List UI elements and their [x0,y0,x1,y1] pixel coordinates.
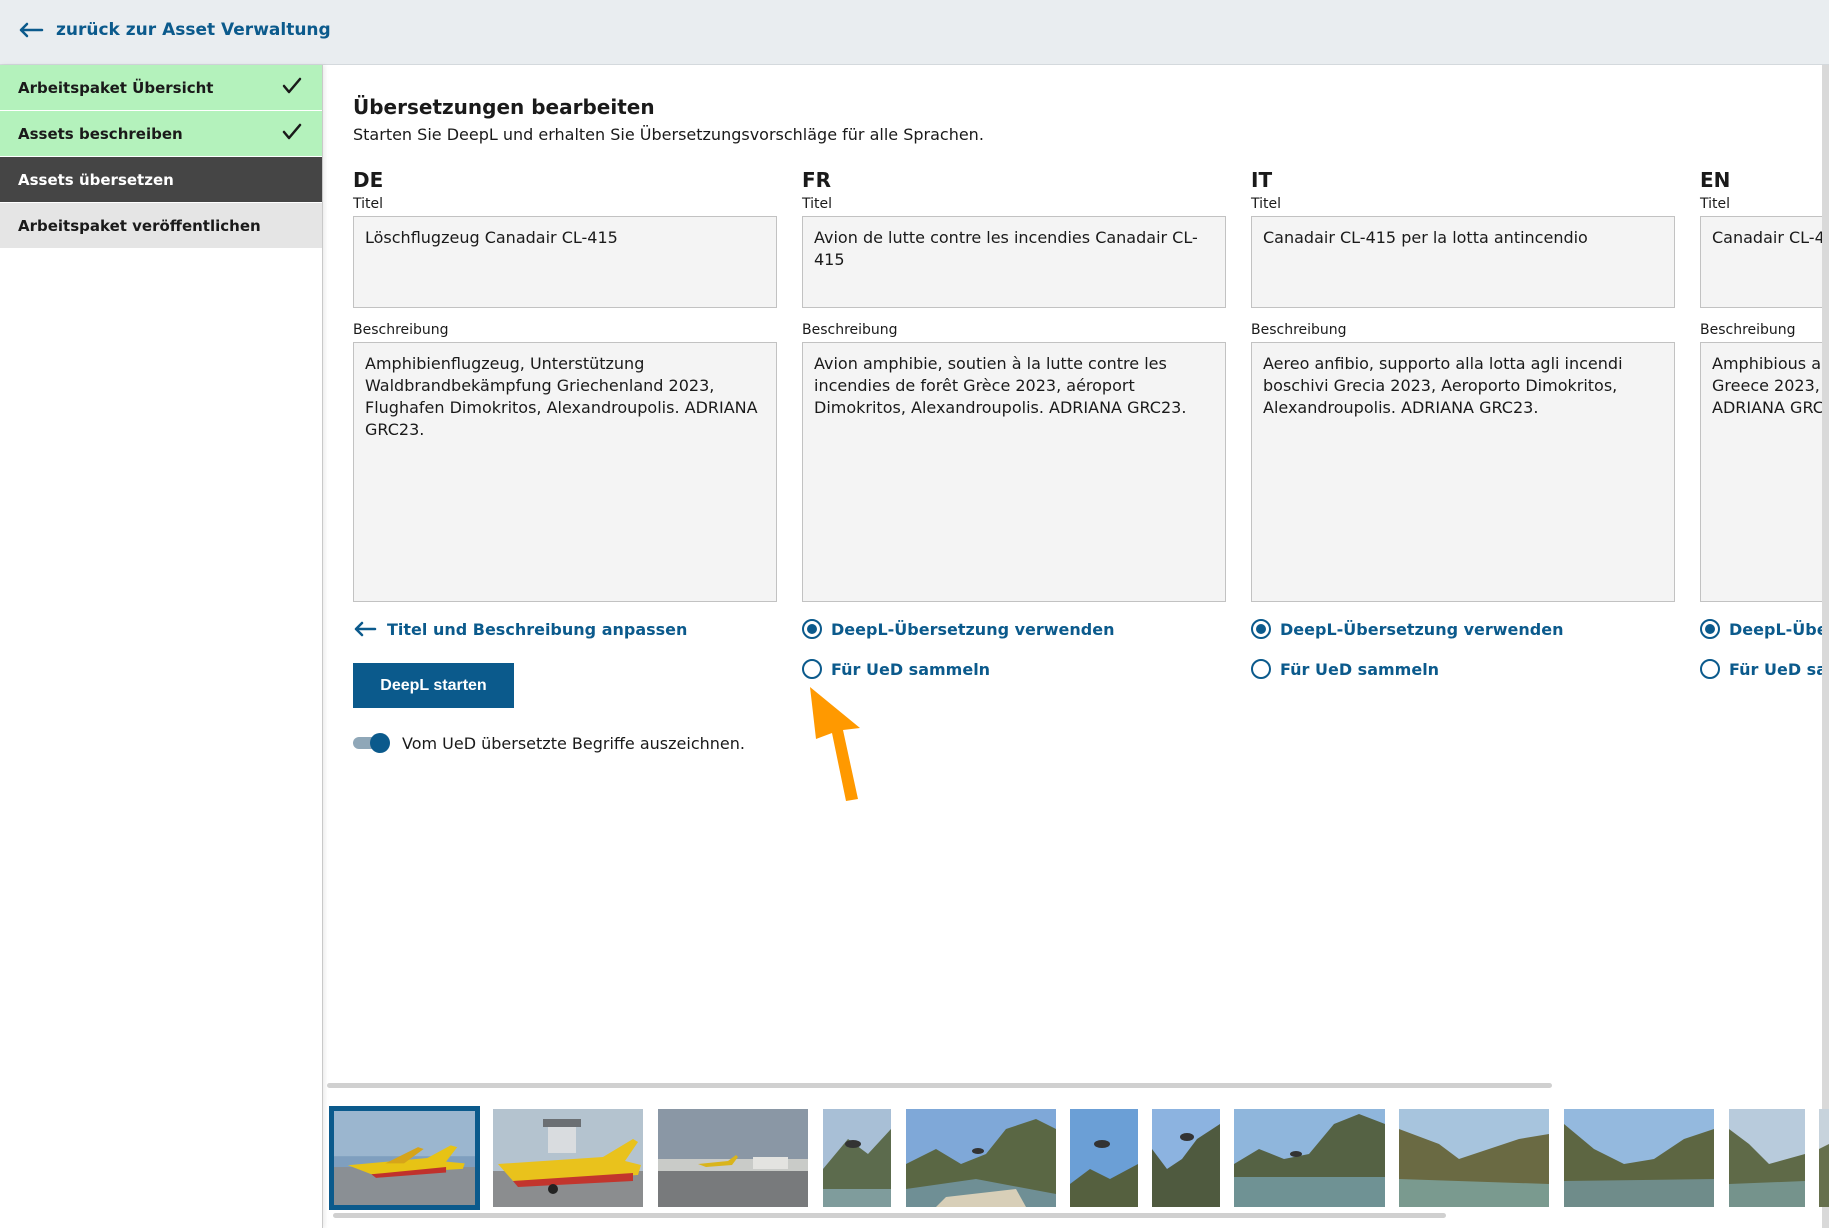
toggle-label: Vom UeD übersetzte Begriffe auszeichnen. [402,733,745,753]
radio-label: DeepL-Übers [1729,619,1829,639]
radio-label: Für UeD sammeln [831,659,991,679]
description-label: Beschreibung [1700,322,1796,338]
thumbnail-strip [327,1106,1829,1210]
thumbnail-helicopter-gorge[interactable] [823,1109,891,1207]
radio-selected-icon [1251,619,1271,639]
language-column-en: EN Titel Canadair CL-41 Beschreibung Amp… [1700,168,1829,682]
thumbnail-strip-scrollbar-top[interactable] [327,1083,1552,1088]
radio-label: DeepL-Übersetzung verwenden [1280,619,1564,639]
right-edge-scrollbar[interactable] [1822,65,1829,1228]
thumbnail-aircraft-1[interactable] [329,1106,480,1210]
highlight-ued-terms-row: Vom UeD übersetzte Begriffe auszeichnen. [353,733,745,753]
description-field-en[interactable]: Amphibious air Greece 2023, D ADRIANA GR… [1700,342,1829,602]
language-column-it: IT Titel Canadair CL-415 per la lotta an… [1251,168,1675,682]
thumbnail-helicopter-sky[interactable] [1070,1109,1138,1207]
sidebar-item-translate-assets[interactable]: Assets übersetzen [0,157,322,203]
thumbnail-river-valley-2[interactable] [1564,1109,1714,1207]
sidebar-item-describe-assets[interactable]: Assets beschreiben [0,111,322,157]
radio-unselected-icon [1251,659,1271,679]
radio-unselected-icon [802,659,822,679]
helicopter-cliff-image-icon [1152,1109,1220,1207]
toggle-knob [370,733,390,753]
radio-selected-icon [802,619,822,639]
thumbnail-helicopter-gorge-wide[interactable] [906,1109,1056,1207]
radio-selected-icon [1700,619,1720,639]
title-label: Titel [353,196,384,212]
annotation-arrow-icon [810,687,860,801]
description-label: Beschreibung [802,322,898,338]
description-field-fr[interactable]: Avion amphibie, soutien à la lutte contr… [802,342,1226,602]
language-code: EN [1700,168,1731,192]
use-deepl-radio-en[interactable]: DeepL-Übers [1700,616,1829,642]
description-label: Beschreibung [353,322,449,338]
airport-image-icon [658,1109,808,1207]
description-label: Beschreibung [1251,322,1347,338]
title-label: Titel [802,196,833,212]
sidebar-item-label: Arbeitspaket veröffentlichen [18,216,261,235]
highlight-ued-terms-toggle[interactable] [353,733,390,753]
thumbnail-helicopter-cliff[interactable] [1152,1109,1220,1207]
back-link-label: zurück zur Asset Verwaltung [56,20,331,40]
language-code: DE [353,168,384,192]
radio-label: Für UeD sam [1729,659,1829,679]
thumbnail-aircraft-tower[interactable] [493,1109,643,1207]
adjust-link-label: Titel und Beschreibung anpassen [387,619,688,639]
title-field-fr[interactable]: Avion de lutte contre les incendies Cana… [802,216,1226,308]
collect-ued-radio-it[interactable]: Für UeD sammeln [1251,656,1675,682]
valley-image-icon [1399,1109,1549,1207]
checkmark-icon [282,123,302,140]
use-deepl-radio-it[interactable]: DeepL-Übersetzung verwenden [1251,616,1675,642]
river-image-icon [1234,1109,1385,1207]
sidebar-item-label: Arbeitspaket Übersicht [18,78,214,97]
title-field-it[interactable]: Canadair CL-415 per la lotta antincendio [1251,216,1675,308]
sidebar-item-overview[interactable]: Arbeitspaket Übersicht [0,65,322,111]
start-deepl-button[interactable]: DeepL starten [353,663,514,708]
description-field-de[interactable]: Amphibienflugzeug, Unterstützung Waldbra… [353,342,777,602]
arrow-left-icon [354,621,377,637]
radio-label: DeepL-Übersetzung verwenden [831,619,1115,639]
language-column-de: DE Titel Löschflugzeug Canadair CL-415 B… [353,168,777,642]
page-title: Übersetzungen bearbeiten [353,95,655,119]
thumbnail-partial[interactable] [1819,1109,1829,1207]
aircraft-tower-image-icon [493,1109,643,1207]
arrow-left-icon [19,22,44,38]
thumbnail-helicopter-river[interactable] [1234,1109,1385,1207]
radio-label: Für UeD sammeln [1280,659,1440,679]
sidebar-item-publish-package[interactable]: Arbeitspaket veröffentlichen [0,203,322,249]
aircraft-image-icon [334,1111,475,1205]
language-column-fr: FR Titel Avion de lutte contre les incen… [802,168,1226,682]
title-label: Titel [1251,196,1282,212]
radio-unselected-icon [1700,659,1720,679]
workflow-sidebar: Arbeitspaket Übersicht Assets beschreibe… [0,65,323,1228]
title-field-de[interactable]: Löschflugzeug Canadair CL-415 [353,216,777,308]
title-label: Titel [1700,196,1731,212]
main-content: Übersetzungen bearbeiten Starten Sie Dee… [353,95,984,144]
helicopter-image-icon [823,1109,891,1207]
valley-image-icon [1819,1109,1829,1207]
sidebar-item-label: Assets beschreiben [18,124,183,143]
description-field-it[interactable]: Aereo anfibio, supporto alla lotta agli … [1251,342,1675,602]
checkmark-icon [282,77,302,94]
page-subtitle: Starten Sie DeepL und erhalten Sie Übers… [353,125,984,144]
language-code: FR [802,168,832,192]
landscape-image-icon [906,1109,1056,1207]
sidebar-item-label: Assets übersetzen [18,170,174,189]
thumbnail-airport-apron[interactable] [658,1109,808,1207]
title-field-en[interactable]: Canadair CL-41 [1700,216,1829,308]
valley-image-icon [1564,1109,1714,1207]
thumbnail-river-valley-1[interactable] [1399,1109,1549,1207]
language-code: IT [1251,168,1273,192]
top-bar: zurück zur Asset Verwaltung [0,0,1829,65]
collect-ued-radio-en[interactable]: Für UeD sam [1700,656,1829,682]
app-root: zurück zur Asset Verwaltung Arbeitspaket… [0,0,1829,1228]
thumbnail-river-valley-3[interactable] [1729,1109,1805,1207]
use-deepl-radio-fr[interactable]: DeepL-Übersetzung verwenden [802,616,1226,642]
collect-ued-radio-fr[interactable]: Für UeD sammeln [802,656,1226,682]
thumbnail-strip-scrollbar-bottom[interactable] [333,1213,1446,1218]
back-to-asset-management-link[interactable]: zurück zur Asset Verwaltung [18,20,331,40]
adjust-title-description-link[interactable]: Titel und Beschreibung anpassen [353,616,777,642]
helicopter-sky-image-icon [1070,1109,1138,1207]
valley-image-icon [1729,1109,1805,1207]
